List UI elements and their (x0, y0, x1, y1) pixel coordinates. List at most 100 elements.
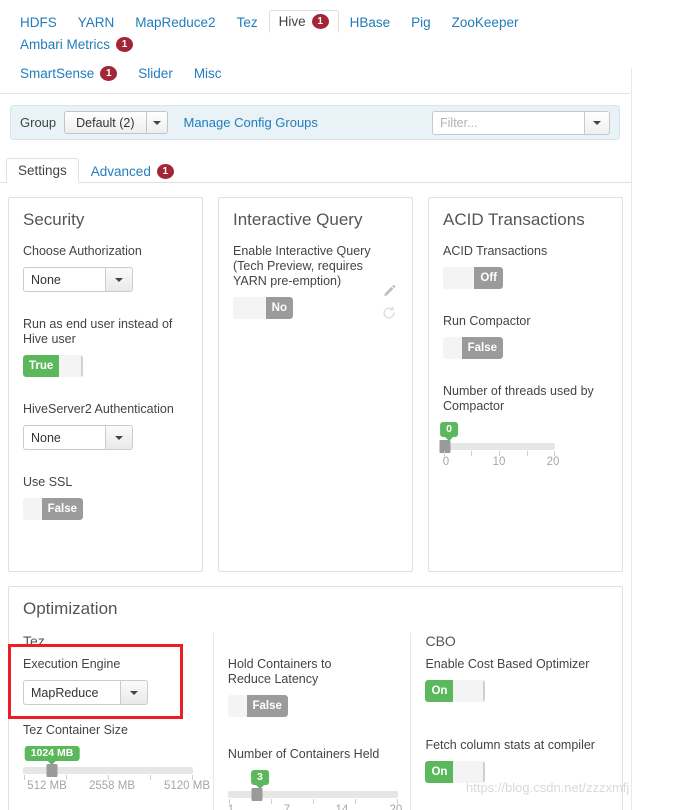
use-ssl-toggle[interactable]: False (23, 498, 83, 520)
service-nav: HDFS YARN MapReduce2 Tez Hive 1 HBase Pi… (0, 0, 630, 94)
service-nav-row-1: HDFS YARN MapReduce2 Tez Hive 1 HBase Pi… (10, 10, 630, 55)
tab-advanced[interactable]: Advanced 1 (79, 159, 186, 183)
field-label: Enable Cost Based Optimizer (425, 657, 590, 671)
slider-tick-label: 512 MB (27, 780, 67, 792)
toggle-knob: No (265, 297, 293, 319)
service-nav-row-2: SmartSense 1 Slider Misc (10, 62, 630, 93)
field-label: Fetch column stats at compiler (425, 738, 595, 752)
field-label: Run as end user instead of Hive user (23, 317, 173, 346)
config-group-caret[interactable] (146, 111, 168, 134)
chevron-down-icon (152, 120, 161, 125)
field-compactor-threads: Number of threads used by Compactor 0 0 (439, 384, 608, 468)
service-tab-hdfs[interactable]: HDFS (10, 11, 67, 33)
toggle-track (453, 680, 486, 702)
slider-tick-label: 1 (227, 804, 235, 810)
slider-tick-label: 10 (492, 456, 506, 468)
authorization-caret[interactable] (105, 267, 133, 292)
hold-containers-toggle[interactable]: False (227, 695, 288, 717)
run-as-end-user-toggle[interactable]: True (23, 355, 83, 377)
field-label: HiveServer2 Authentication (23, 402, 174, 416)
tab-badge: 1 (156, 164, 174, 179)
field-label: Choose Authorization (23, 244, 142, 258)
tab-label: Settings (18, 163, 67, 178)
revert-icon[interactable] (382, 306, 396, 323)
service-tab-label: Slider (138, 66, 173, 81)
config-group-value[interactable]: Default (2) (64, 111, 147, 134)
service-tab-badge: 1 (116, 37, 134, 52)
service-tab-smartsense[interactable]: SmartSense 1 (10, 62, 127, 84)
manage-config-groups-link[interactable]: Manage Config Groups (184, 115, 318, 130)
toggle-track (59, 355, 83, 377)
service-tab-label: Hive (278, 14, 306, 29)
service-tab-tez[interactable]: Tez (227, 11, 268, 33)
field-label: Tez Container Size (23, 723, 128, 737)
panel-title: Interactive Query (233, 210, 363, 229)
ambari-hive-configs-page: HDFS YARN MapReduce2 Tez Hive 1 HBase Pi… (0, 0, 675, 810)
execution-engine-caret[interactable] (120, 680, 148, 705)
field-hold-containers: Hold Containers to Reduce Latency False (227, 657, 403, 717)
field-fetch-column-stats: Fetch column stats at compiler On (425, 738, 600, 783)
config-group-dropdown[interactable]: Default (2) (64, 111, 168, 134)
enable-interactive-query-toggle[interactable]: No (233, 297, 293, 319)
group-label: Group (20, 115, 57, 130)
containers-held-slider[interactable]: 3 1 7 14 20 (228, 770, 403, 810)
service-tab-misc[interactable]: Misc (184, 62, 232, 84)
field-enable-cbo: Enable Cost Based Optimizer On (425, 657, 600, 702)
service-tab-hive[interactable]: Hive 1 (268, 10, 339, 33)
panel-title: Optimization (23, 599, 118, 618)
slider-tick-label: 7 (283, 804, 291, 810)
pencil-icon[interactable] (382, 284, 396, 301)
field-label: Run Compactor (443, 314, 531, 328)
service-tab-hbase[interactable]: HBase (340, 11, 401, 33)
chevron-down-icon (115, 435, 123, 440)
authorization-select[interactable]: None (23, 267, 133, 292)
chevron-down-icon (130, 690, 138, 695)
field-label: ACID Transactions (443, 244, 548, 258)
slider-value-bubble: 0 (440, 422, 458, 441)
authorization-value: None (23, 267, 105, 292)
toggle-track (453, 761, 486, 783)
service-tab-label: YARN (77, 14, 115, 30)
run-compactor-toggle[interactable]: False (443, 337, 503, 359)
panel-security: Security Choose Authorization None Run a… (8, 197, 203, 572)
field-hiveserver2-auth: HiveServer2 Authentication None (23, 402, 188, 450)
field-label: Execution Engine (23, 657, 121, 671)
config-panel-row: Security Choose Authorization None Run a… (0, 197, 631, 572)
panel-title: ACID Transactions (443, 210, 585, 229)
toggle-knob: True (23, 355, 60, 377)
execution-engine-value: MapReduce (23, 680, 120, 705)
field-acid-transactions: ACID Transactions Off (443, 244, 608, 289)
slider-value-bubble: 3 (251, 770, 269, 789)
slider-handle[interactable] (439, 440, 451, 453)
chevron-down-icon (593, 120, 601, 125)
toggle-track (443, 337, 462, 359)
enable-cbo-toggle[interactable]: On (425, 680, 486, 702)
filter-dropdown-caret[interactable] (584, 110, 610, 135)
slider-handle[interactable] (46, 764, 58, 777)
optimization-columns: Tez Execution Engine MapReduce Tez Conta… (23, 633, 608, 810)
chevron-down-icon (115, 277, 123, 282)
field-number-of-containers-held: Number of Containers Held 3 1 7 14 20 (228, 747, 403, 810)
compactor-threads-slider[interactable]: 0 0 10 20 (439, 422, 608, 468)
acid-transactions-toggle[interactable]: Off (443, 267, 503, 289)
service-tab-yarn[interactable]: YARN (68, 11, 125, 33)
service-tab-slider[interactable]: Slider (128, 62, 183, 84)
service-tab-zookeeper[interactable]: ZooKeeper (442, 11, 529, 33)
slider-tick-label: 5120 MB (163, 780, 211, 792)
service-tab-badge: 1 (100, 66, 118, 81)
service-tab-mapreduce2[interactable]: MapReduce2 (125, 11, 225, 33)
service-tab-pig[interactable]: Pig (401, 11, 441, 33)
filter-input[interactable] (432, 110, 584, 135)
field-run-as-end-user: Run as end user instead of Hive user Tru… (23, 317, 188, 377)
execution-engine-select[interactable]: MapReduce (23, 680, 148, 705)
hiveserver2-auth-caret[interactable] (105, 425, 133, 450)
slider-tick-label: 20 (389, 804, 403, 810)
tab-settings[interactable]: Settings (6, 158, 79, 183)
slider-handle[interactable] (251, 788, 263, 801)
panel-interactive-query: Interactive Query Enable Interactive Que… (218, 197, 413, 572)
service-tab-ambari-metrics[interactable]: Ambari Metrics 1 (10, 33, 143, 55)
hiveserver2-auth-select[interactable]: None (23, 425, 133, 450)
tez-container-size-slider[interactable]: 1024 MB 512 MB 2558 MB 5120 MB (23, 746, 210, 792)
panel-optimization: Optimization Tez Execution Engine MapRed… (8, 586, 623, 810)
fetch-column-stats-toggle[interactable]: On (425, 761, 486, 783)
